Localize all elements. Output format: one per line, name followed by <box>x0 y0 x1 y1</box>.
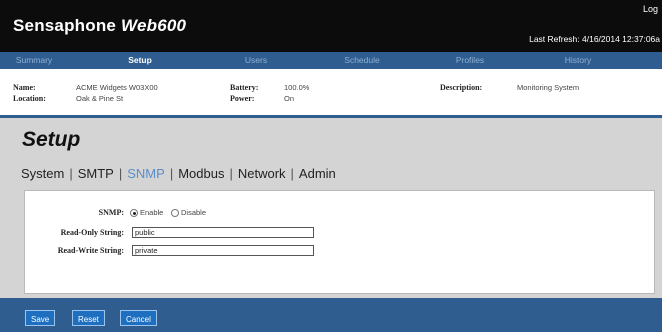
battery-label: Battery: <box>230 83 259 92</box>
snmp-enable-radio[interactable] <box>130 209 138 217</box>
battery-value: 100.0% <box>284 83 310 92</box>
subnav-admin[interactable]: Admin <box>299 166 336 181</box>
subnav-system[interactable]: System <box>21 166 64 181</box>
read-write-label: Read-Write String: <box>57 246 124 255</box>
read-only-label: Read-Only String: <box>60 228 124 237</box>
subnav-smtp[interactable]: SMTP <box>78 166 114 181</box>
footer-bar: Save Reset Cancel <box>0 298 662 332</box>
snmp-form-panel: SNMP: Enable Disable Read-Only String: R… <box>24 190 655 294</box>
brand-model: Web600 <box>121 16 187 35</box>
description-label: Description: <box>440 83 483 92</box>
app-brand: Sensaphone Web600 <box>13 16 186 36</box>
subnav-divider: | <box>290 166 294 181</box>
nav-profiles[interactable]: Profiles <box>456 55 484 65</box>
nav-setup[interactable]: Setup <box>128 55 152 65</box>
cancel-button[interactable]: Cancel <box>120 310 157 326</box>
main-nav: Summary Setup Users Schedule Profiles Hi… <box>0 52 662 69</box>
last-refresh-text: Last Refresh: 4/16/2014 12:37:06a <box>529 34 660 44</box>
subnav-divider: | <box>229 166 233 181</box>
snmp-enable-label[interactable]: Enable <box>140 208 163 217</box>
nav-schedule[interactable]: Schedule <box>344 55 379 65</box>
nav-history[interactable]: History <box>565 55 591 65</box>
location-label: Location: <box>13 94 46 103</box>
location-value: Oak & Pine St <box>76 94 124 103</box>
subnav-snmp[interactable]: SNMP <box>127 166 165 181</box>
nav-users[interactable]: Users <box>245 55 267 65</box>
page-title: Setup <box>22 128 81 151</box>
brand-name: Sensaphone <box>13 16 117 35</box>
subnav-divider: | <box>118 166 123 181</box>
read-write-string-input[interactable] <box>132 245 314 256</box>
nav-summary[interactable]: Summary <box>16 55 52 65</box>
power-label: Power: <box>230 94 255 103</box>
reset-button[interactable]: Reset <box>72 310 105 326</box>
snmp-label: SNMP: <box>98 208 124 217</box>
description-value: Monitoring System <box>517 83 580 92</box>
read-only-string-input[interactable] <box>132 227 314 238</box>
subnav-modbus[interactable]: Modbus <box>178 166 224 181</box>
top-header: Sensaphone Web600 Log Last Refresh: 4/16… <box>0 0 662 52</box>
subnav-network[interactable]: Network <box>238 166 286 181</box>
power-value: On <box>284 94 295 103</box>
snmp-disable-radio[interactable] <box>171 209 179 217</box>
snmp-disable-label[interactable]: Disable <box>181 208 206 217</box>
device-info: Name: ACME Widgets W03X00 Location: Oak … <box>0 69 662 115</box>
name-label: Name: <box>13 83 36 92</box>
setup-subnav: System | SMTP | SNMP | Modbus | Network | Admin <box>21 166 336 181</box>
logout-link[interactable]: Log <box>643 4 658 14</box>
setup-content: Setup System | SMTP | SNMP | Modbus | Network | Ad… <box>0 118 662 298</box>
subnav-divider: | <box>69 166 73 181</box>
subnav-divider: | <box>169 166 174 181</box>
name-value: ACME Widgets W03X00 <box>76 83 158 92</box>
save-button[interactable]: Save <box>25 310 56 326</box>
